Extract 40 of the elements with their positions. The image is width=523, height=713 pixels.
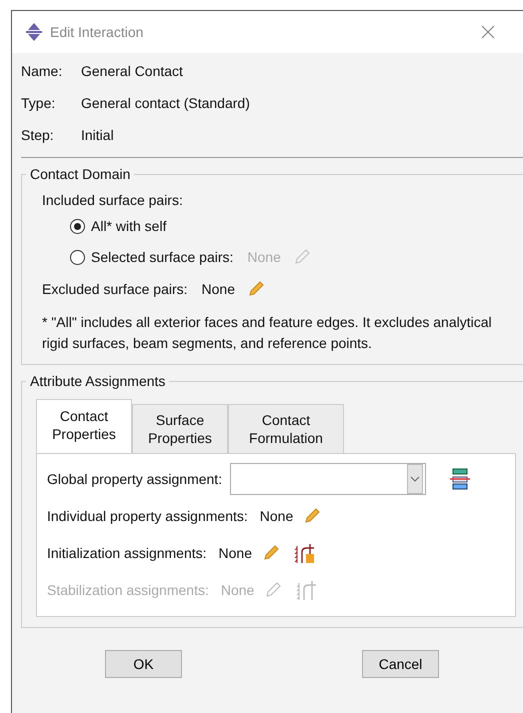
tab[interactable]: Contact Formulation [228,404,344,453]
tab[interactable]: Contact Properties [36,399,132,453]
tab[interactable]: Surface Properties [132,404,228,453]
pencil-icon[interactable] [262,544,280,562]
radio-button[interactable] [70,218,85,234]
dialog-button[interactable]: Cancel [362,650,439,678]
field-value: General Contact [81,63,184,79]
pencil-icon[interactable] [292,248,311,266]
group-title: Contact Domain [29,166,132,182]
field-label: Excluded surface pairs: [42,281,188,297]
radio-label[interactable]: All* with self [91,218,166,234]
field-label: Included surface pairs: [42,192,184,208]
field-label: Step: [21,127,55,143]
window-title: Edit Interaction [50,24,144,40]
dialog-button[interactable]: OK [105,650,182,678]
close-icon[interactable] [481,25,495,39]
pencil-icon[interactable] [247,280,265,298]
field-label: Type: [21,95,56,111]
radio-label[interactable]: Selected surface pairs: [91,249,234,265]
field-value: Initial [81,127,115,143]
field-label: Name: [21,63,64,79]
field-value: None [260,508,294,524]
field-value: None [247,249,281,265]
field-value: None [220,582,254,598]
field-value: None [202,281,235,297]
field-value: None [218,544,252,560]
diamond-arrows-icon [24,22,44,42]
chevron-down-icon[interactable] [410,474,420,482]
field-label: Individual property assignments: [47,508,248,524]
footnote-text: * "All" includes all exterior faces and feature edges. It excludes analytical rigid surfaces, beam segments, and reference points. [42,313,493,353]
field-label: Stabilization assignments: [47,582,209,598]
field-value: General contact (Standard) [81,95,251,111]
radio-button[interactable] [70,250,85,264]
hatched-wall-icon[interactable] [294,542,316,564]
stack-table-icon[interactable] [450,468,470,490]
pencil-icon[interactable] [303,506,322,524]
dropdown-field[interactable] [230,462,426,494]
field-label: Global property assignment: [47,470,222,486]
group-title: Attribute Assignments [29,373,166,389]
field-label: Initialization assignments: [47,544,207,560]
